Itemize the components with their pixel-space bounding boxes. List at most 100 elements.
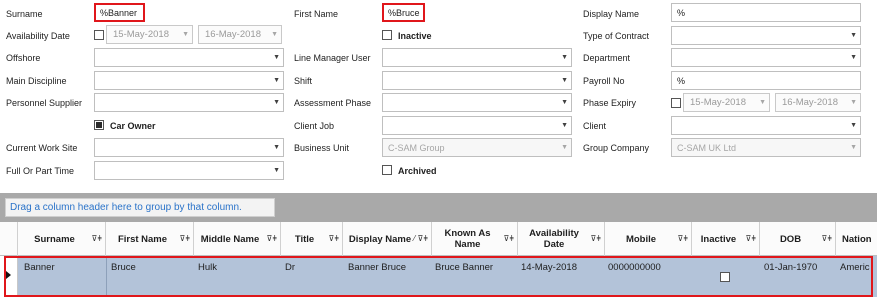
business-unit-select[interactable]: C-SAM Group ▼ bbox=[382, 138, 572, 157]
filter-icon[interactable]: ⊽ǂ bbox=[328, 234, 339, 244]
column-header-middle-name[interactable]: Middle Name ⊽ǂ bbox=[194, 222, 281, 256]
availability-date-to[interactable]: 16-May-2018 ▼ bbox=[198, 25, 282, 44]
display-name-input[interactable]: % bbox=[671, 3, 861, 22]
department-select[interactable]: ▼ bbox=[671, 48, 861, 67]
department-label: Department bbox=[583, 53, 631, 63]
cell-first-name[interactable]: Bruce bbox=[111, 262, 136, 273]
column-divider bbox=[106, 256, 107, 297]
assessment-phase-label: Assessment Phase bbox=[294, 98, 372, 108]
client-select[interactable]: ▼ bbox=[671, 116, 861, 135]
column-title: Availability Date bbox=[529, 228, 579, 250]
current-work-site-label: Current Work Site bbox=[6, 143, 78, 153]
cell-middle-name[interactable]: Hulk bbox=[198, 262, 217, 273]
shift-select[interactable]: ▼ bbox=[382, 71, 572, 90]
column-title: Nation bbox=[842, 233, 872, 245]
cell-availability-date[interactable]: 14-May-2018 bbox=[521, 262, 577, 273]
first-name-value: %Bruce bbox=[388, 8, 420, 18]
column-title: DOB bbox=[779, 233, 802, 245]
group-company-label: Group Company bbox=[583, 143, 650, 153]
filter-icon[interactable]: ⊽ǂ bbox=[179, 234, 190, 244]
payroll-no-label: Payroll No bbox=[583, 76, 625, 86]
availability-date-from[interactable]: 15-May-2018 ▼ bbox=[106, 25, 193, 44]
chevron-down-icon: ▼ bbox=[273, 99, 280, 106]
column-header-title[interactable]: Title ⊽ǂ bbox=[281, 222, 343, 256]
client-job-select[interactable]: ▼ bbox=[382, 116, 572, 135]
personnel-supplier-label: Personnel Supplier bbox=[6, 98, 83, 108]
availability-date-checkbox[interactable] bbox=[94, 30, 104, 40]
inactive-checkbox[interactable] bbox=[382, 30, 392, 40]
cell-surname[interactable]: Banner bbox=[24, 262, 55, 273]
column-header-surname[interactable]: Surname ⊽ǂ bbox=[18, 222, 106, 256]
first-name-input[interactable]: %Bruce bbox=[382, 3, 425, 22]
display-name-value: % bbox=[677, 8, 686, 18]
cell-dob[interactable]: 01-Jan-1970 bbox=[764, 262, 817, 273]
group-company-value: C-SAM UK Ltd bbox=[677, 143, 737, 153]
column-header-first-name[interactable]: First Name ⊽ǂ bbox=[106, 222, 194, 256]
cell-title[interactable]: Dr bbox=[285, 262, 295, 273]
availability-date-label: Availability Date bbox=[6, 31, 70, 41]
cell-display-name[interactable]: Banner Bruce bbox=[348, 262, 406, 273]
assessment-phase-select[interactable]: ▼ bbox=[382, 93, 572, 112]
filter-icon[interactable]: ⊽ǂ bbox=[821, 234, 832, 244]
group-company-select[interactable]: C-SAM UK Ltd ▼ bbox=[671, 138, 861, 157]
chevron-down-icon: ▼ bbox=[273, 167, 280, 174]
column-header-availability-date[interactable]: Availability Date ⊽ǂ bbox=[518, 222, 605, 256]
column-header-dob[interactable]: DOB ⊽ǂ bbox=[760, 222, 836, 256]
chevron-down-icon: ▼ bbox=[850, 54, 857, 61]
phase-expiry-checkbox[interactable] bbox=[671, 98, 681, 108]
type-of-contract-select[interactable]: ▼ bbox=[671, 26, 861, 45]
main-discipline-select[interactable]: ▼ bbox=[94, 71, 284, 90]
phase-expiry-to[interactable]: 16-May-2018 ▼ bbox=[775, 93, 861, 112]
filter-icon[interactable]: ⊽ǂ bbox=[677, 234, 688, 244]
main-discipline-label: Main Discipline bbox=[6, 76, 67, 86]
surname-input[interactable]: %Banner bbox=[94, 3, 145, 22]
chevron-down-icon: ▼ bbox=[561, 122, 568, 129]
payroll-no-input[interactable]: % bbox=[671, 71, 861, 90]
group-by-hint-text: Drag a column header here to group by th… bbox=[10, 202, 242, 213]
personnel-supplier-select[interactable]: ▼ bbox=[94, 93, 284, 112]
column-header-known-as-name[interactable]: Known As Name ⊽ǂ bbox=[432, 222, 518, 256]
client-job-label: Client Job bbox=[294, 121, 335, 131]
surname-value: %Banner bbox=[100, 8, 138, 18]
table-row[interactable]: Banner Bruce Hulk Dr Banner Bruce Bruce … bbox=[0, 256, 877, 297]
chevron-down-icon: ▼ bbox=[561, 99, 568, 106]
chevron-down-icon: ▼ bbox=[850, 32, 857, 39]
chevron-down-icon: ▼ bbox=[850, 122, 857, 129]
cell-nation[interactable]: Americ bbox=[840, 262, 870, 273]
filter-icon[interactable]: ⊽ǂ bbox=[266, 234, 277, 244]
phase-expiry-from[interactable]: 15-May-2018 ▼ bbox=[683, 93, 770, 112]
column-title: Mobile bbox=[625, 233, 657, 245]
type-of-contract-label: Type of Contract bbox=[583, 31, 650, 41]
column-header-display-name[interactable]: Display Name ⁄ ⊽ǂ bbox=[343, 222, 432, 256]
cell-mobile[interactable]: 0000000000 bbox=[608, 262, 661, 273]
current-work-site-select[interactable]: ▼ bbox=[94, 138, 284, 157]
chevron-down-icon: ▼ bbox=[273, 77, 280, 84]
archived-checkbox[interactable] bbox=[382, 165, 392, 175]
column-title: Title bbox=[294, 233, 315, 245]
filter-icon[interactable]: ⊽ǂ bbox=[745, 234, 756, 244]
display-name-label: Display Name bbox=[583, 9, 640, 19]
column-title: First Name bbox=[117, 233, 168, 245]
phase-expiry-to-value: 16-May-2018 bbox=[782, 97, 838, 108]
filter-icon[interactable]: ⊽ǂ bbox=[91, 234, 102, 244]
cell-known-as-name[interactable]: Bruce Banner bbox=[435, 262, 493, 273]
business-unit-label: Business Unit bbox=[294, 143, 350, 153]
archived-label: Archived bbox=[398, 166, 437, 176]
column-title: Display Name bbox=[348, 233, 412, 245]
payroll-no-value: % bbox=[677, 76, 686, 86]
full-or-part-time-select[interactable]: ▼ bbox=[94, 161, 284, 180]
filter-icon[interactable]: ⊽ǂ bbox=[590, 234, 601, 244]
column-header-inactive[interactable]: Inactive ⊽ǂ bbox=[692, 222, 760, 256]
cell-inactive-checkbox[interactable] bbox=[720, 272, 730, 282]
sort-filter-icon[interactable]: ⁄ ⊽ǂ bbox=[414, 234, 428, 244]
car-owner-checkbox[interactable] bbox=[94, 120, 104, 130]
column-header-mobile[interactable]: Mobile ⊽ǂ bbox=[605, 222, 692, 256]
offshore-label: Offshore bbox=[6, 53, 41, 63]
filter-icon[interactable]: ⊽ǂ bbox=[503, 234, 514, 244]
column-header-nation[interactable]: Nation bbox=[836, 222, 877, 256]
line-manager-user-select[interactable]: ▼ bbox=[382, 48, 572, 67]
chevron-down-icon: ▼ bbox=[273, 54, 280, 61]
offshore-select[interactable]: ▼ bbox=[94, 48, 284, 67]
row-indicator[interactable] bbox=[0, 256, 18, 297]
chevron-down-icon: ▼ bbox=[561, 144, 568, 151]
